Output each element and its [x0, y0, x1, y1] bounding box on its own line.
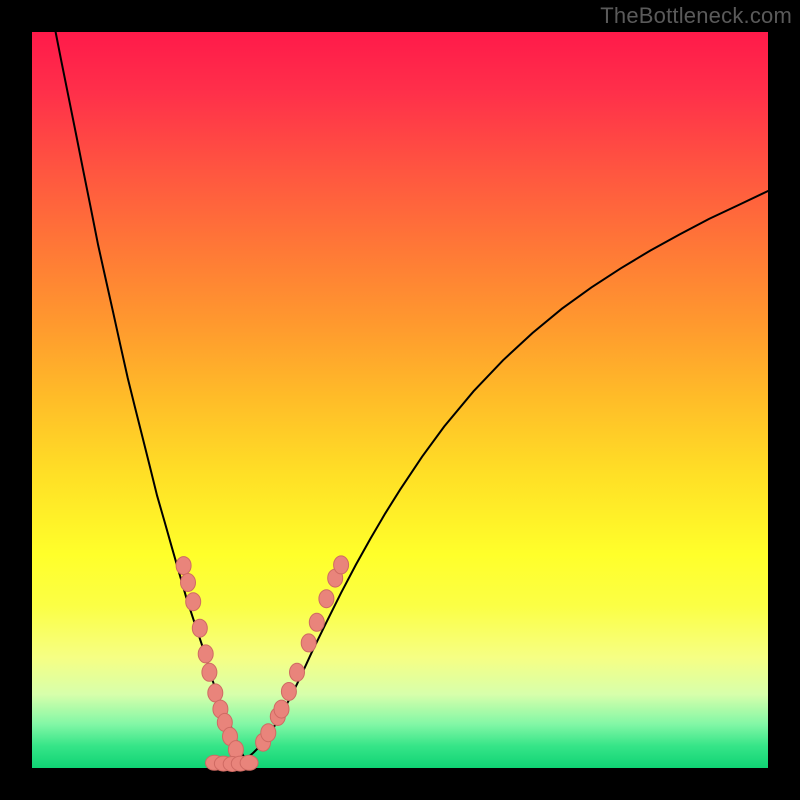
watermark-text: TheBottleneck.com [600, 3, 792, 29]
plot-area [32, 32, 768, 768]
right-marker-3 [274, 700, 289, 718]
right-marker-5 [290, 663, 305, 681]
right-marker-10 [334, 556, 349, 574]
right-marker-6 [301, 634, 316, 652]
left-marker-4 [198, 645, 213, 663]
bottom-marker-4 [240, 755, 258, 770]
left-marker-6 [208, 684, 223, 702]
left-marker-1 [181, 574, 196, 592]
left-marker-0 [176, 557, 191, 575]
right-marker-1 [261, 724, 276, 742]
chart-container: TheBottleneck.com [0, 0, 800, 800]
right-marker-7 [309, 613, 324, 631]
curve-svg [32, 32, 768, 768]
right-marker-8 [319, 590, 334, 608]
right-marker-4 [281, 683, 296, 701]
right-curve [245, 191, 768, 759]
left-curve [56, 32, 246, 759]
left-marker-2 [186, 593, 201, 611]
left-marker-3 [192, 619, 207, 637]
left-marker-5 [202, 663, 217, 681]
